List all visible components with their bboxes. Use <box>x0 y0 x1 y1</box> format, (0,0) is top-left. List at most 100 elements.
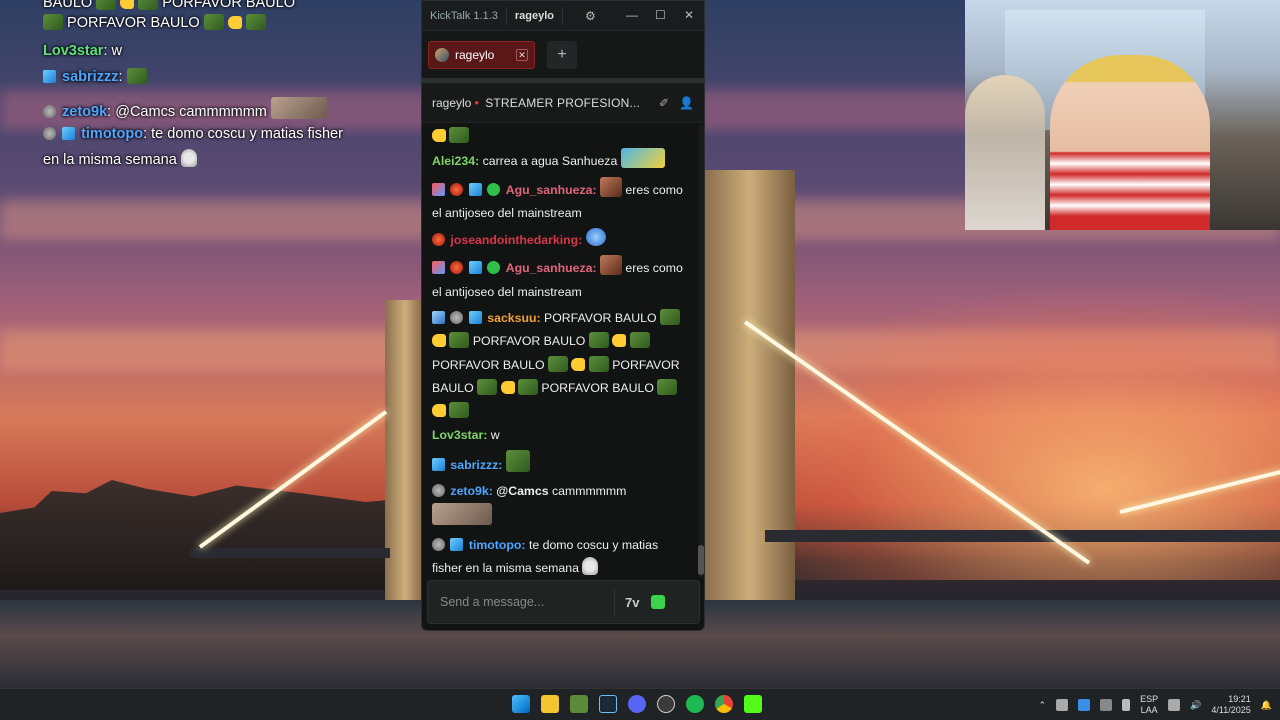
chat-text: cammmmmm <box>551 484 627 499</box>
chat-mention[interactable]: @Camcs <box>496 484 548 498</box>
chat-message: Alei234: carrea a agua Sanhueza <box>432 148 688 173</box>
pepe-emote-icon <box>657 378 678 395</box>
close-icon[interactable]: ✕ <box>684 8 694 22</box>
red-badge-icon <box>450 261 464 275</box>
avatar <box>435 47 449 62</box>
chat-username[interactable]: sabrizzz: <box>450 458 502 472</box>
pointing-emoji-icon <box>432 129 446 142</box>
pepe-emote-icon <box>588 332 609 349</box>
spotify-icon[interactable] <box>686 695 704 713</box>
seven-tv-button[interactable]: 7v <box>625 595 639 610</box>
maximize-icon[interactable]: ☐ <box>655 8 666 22</box>
chat-messages[interactable]: Alei234: carrea a agua Sanhueza Agu_sanh… <box>422 125 698 577</box>
overlay-message: @Camcs cammmmmm <box>115 104 267 120</box>
pepe-emote-icon <box>96 0 117 10</box>
chat-username[interactable]: joseandointhedarking: <box>450 233 582 247</box>
chat-message: Agu_sanhueza: eres como el antijoseo del… <box>432 255 688 304</box>
pepe-emote-icon <box>449 127 470 143</box>
language-indicator[interactable]: ESP LAA <box>1140 694 1158 716</box>
windows-start-icon[interactable] <box>512 695 530 713</box>
chat-message: sacksuu: PORFAVOR BAULO PORFAVOR BAULO P… <box>432 307 688 423</box>
pepe-emote-icon <box>547 355 568 372</box>
pepe-emote-icon <box>588 355 609 372</box>
clock[interactable]: 19:21 4/11/2025 <box>1211 694 1250 716</box>
microphone-icon[interactable] <box>1122 699 1131 711</box>
message-input-area: 7v <box>427 580 700 624</box>
tray-app-icon[interactable] <box>1078 699 1091 711</box>
cube-badge-icon <box>468 311 482 325</box>
steam-icon[interactable] <box>599 695 617 713</box>
chat-text: te domo coscu y matias fisher en la mism… <box>432 537 659 576</box>
cube-badge-icon <box>62 127 76 140</box>
tab-bar: rageylo ✕ + <box>422 31 704 83</box>
cube-badge-icon <box>450 537 464 551</box>
lang-bottom: LAA <box>1140 705 1158 715</box>
chat-text: w <box>490 427 500 442</box>
chat-username[interactable]: timotopo: <box>469 538 526 552</box>
tab-rageylo[interactable]: rageylo ✕ <box>428 40 535 69</box>
chat-text: BAULO <box>432 380 474 395</box>
live-dot-icon: ● <box>474 98 480 107</box>
scrollbar-thumb[interactable] <box>698 545 704 575</box>
obs-icon[interactable] <box>657 695 675 713</box>
app-icon[interactable] <box>570 695 588 713</box>
chat-message: Agu_sanhueza: eres como el antijoseo del… <box>432 176 688 226</box>
person-left <box>965 75 1045 230</box>
chat-scrollbar[interactable] <box>698 125 704 577</box>
chat-username[interactable]: sacksuu: <box>487 311 540 325</box>
globe-emote-icon <box>585 228 606 247</box>
volume-icon[interactable]: 🔊 <box>1190 700 1201 711</box>
pin-icon[interactable]: ✐ <box>659 96 669 110</box>
close-tab-icon[interactable]: ✕ <box>516 48 528 61</box>
chat-username[interactable]: Lov3star: <box>432 428 487 442</box>
overlay-line-text: PORFAVOR BAULO <box>162 0 295 11</box>
message-input[interactable] <box>428 595 608 609</box>
gear-icon[interactable]: ⚙ <box>585 9 596 23</box>
pepe-emote-icon <box>449 332 470 349</box>
tab-label: rageylo <box>455 47 495 62</box>
multi-badge-icon <box>432 182 445 196</box>
kicktalk-window: KickTalk 1.1.3 rageylo ⚙ — ☐ ✕ rageylo ✕… <box>421 0 705 631</box>
dog-emote-icon <box>432 503 492 526</box>
chat-message: sabrizzz: <box>432 449 688 477</box>
file-explorer-icon[interactable] <box>541 695 559 713</box>
pepe-emote-icon <box>659 309 680 326</box>
discord-icon[interactable] <box>628 695 646 713</box>
clock-date: 4/11/2025 <box>1211 705 1251 715</box>
minimize-icon[interactable]: — <box>626 8 638 22</box>
kicktalk-icon[interactable] <box>744 695 762 713</box>
red-badge-icon <box>450 182 464 196</box>
add-tab-button[interactable]: + <box>547 40 577 69</box>
chat-message: joseandointhedarking: <box>432 228 688 252</box>
pepe-emote-icon <box>138 0 159 10</box>
minion-emote-icon <box>620 148 665 169</box>
current-user[interactable]: rageylo <box>515 10 554 22</box>
user-icon[interactable]: 👤 <box>679 96 694 110</box>
red-badge-icon <box>432 233 445 247</box>
pepe-emote-icon <box>203 14 224 30</box>
channel-name[interactable]: rageylo <box>432 96 471 110</box>
chat-username[interactable]: Agu_sanhueza: <box>506 261 597 275</box>
emote-picker-icon[interactable] <box>651 595 666 609</box>
network-icon[interactable] <box>1168 699 1181 711</box>
notification-bell-icon[interactable]: 🔔 <box>1261 700 1272 711</box>
multi-badge-icon <box>432 261 445 275</box>
overlay-line-text: PORFAVOR BAULO <box>67 15 200 31</box>
title-bar[interactable]: KickTalk 1.1.3 rageylo ⚙ — ☐ ✕ <box>422 1 704 31</box>
pointing-emoji-icon <box>571 357 586 371</box>
chat-username[interactable]: Alei234: <box>432 154 479 168</box>
overlay-username: timotopo <box>81 126 144 142</box>
chat-text: PORFAVOR <box>612 357 680 372</box>
face-emote-icon <box>600 176 622 197</box>
pepe-emote-icon <box>126 68 147 84</box>
pepe-emote-icon <box>629 332 650 349</box>
tray-app-icon[interactable] <box>1056 699 1069 711</box>
chrome-icon[interactable] <box>715 695 733 713</box>
chat-username[interactable]: zeto9k: <box>450 484 492 498</box>
channel-header: rageylo ● STREAMER PROFESION... ✐ 👤 <box>422 83 704 123</box>
tray-app-icon[interactable] <box>1100 699 1113 711</box>
person-right <box>1050 55 1210 230</box>
chevron-up-icon[interactable]: ⌃ <box>1039 700 1047 711</box>
sword-badge-icon <box>432 311 445 325</box>
chat-username[interactable]: Agu_sanhueza: <box>506 183 597 197</box>
